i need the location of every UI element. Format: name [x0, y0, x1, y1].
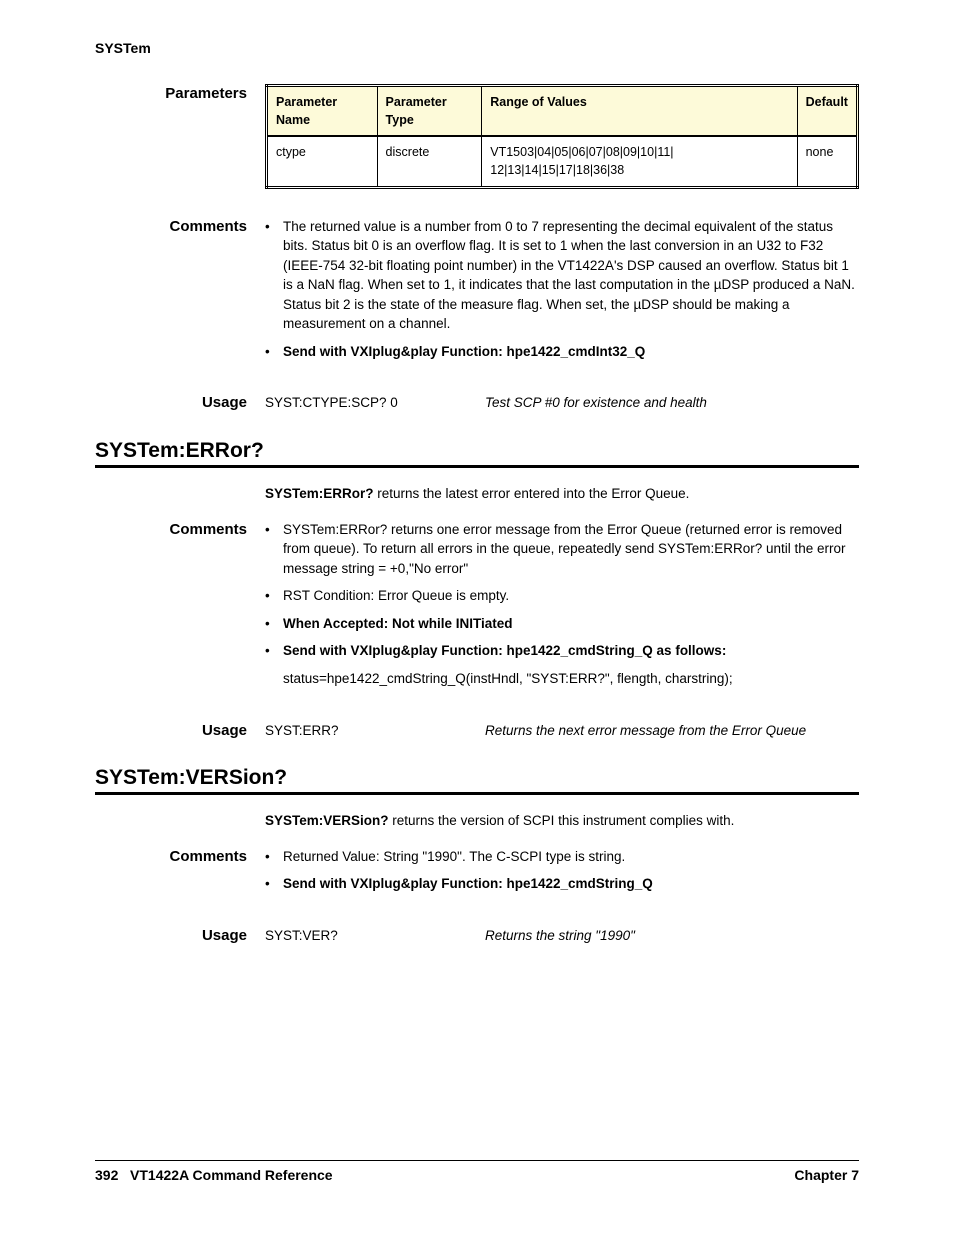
- error-intro: SYSTem:ERRor? returns the latest error e…: [95, 484, 859, 504]
- comments-label-2: Comments: [95, 520, 265, 697]
- bullet-icon: •: [265, 586, 283, 606]
- version-intro: SYSTem:VERSion? returns the version of S…: [95, 811, 859, 831]
- th-default: Default: [797, 86, 857, 137]
- bullet-text: RST Condition: Error Queue is empty.: [283, 586, 859, 606]
- usage-command: SYST:ERR?: [265, 721, 485, 741]
- parameters-section: Parameters Parameter Name Parameter Type…: [95, 84, 859, 207]
- list-item: • Send with VXIplug&play Function: hpe14…: [265, 641, 859, 661]
- bullet-text: Returned Value: String "1990". The C-SCP…: [283, 847, 859, 867]
- bullet-text: Send with VXIplug&play Function: hpe1422…: [283, 641, 859, 661]
- heading-system-error: SYSTem:ERRor?: [95, 439, 859, 463]
- list-item: • SYSTem:ERRor? returns one error messag…: [265, 520, 859, 579]
- comments-section-1: Comments • The returned value is a numbe…: [95, 217, 859, 370]
- usage-command: SYST:VER?: [265, 926, 485, 946]
- th-range: Range of Values: [482, 86, 797, 137]
- comments-section-3: Comments • Returned Value: String "1990"…: [95, 847, 859, 902]
- th-name: Parameter Name: [267, 86, 378, 137]
- cell-range: VT1503|04|05|06|07|08|09|10|11| 12|13|14…: [482, 136, 797, 187]
- list-item: status=hpe1422_cmdString_Q(instHndl, "SY…: [265, 669, 859, 689]
- page-number: 392: [95, 1167, 118, 1183]
- cell-type: discrete: [377, 136, 482, 187]
- parameters-table: Parameter Name Parameter Type Range of V…: [265, 84, 859, 189]
- th-type: Parameter Type: [377, 86, 482, 137]
- error-command-rest: returns the latest error entered into th…: [374, 486, 690, 501]
- footer-right: Chapter 7: [794, 1167, 859, 1183]
- list-item: • When Accepted: Not while INITiated: [265, 614, 859, 634]
- bullet-strong: Send with VXIplug&play Function: hpe1422…: [283, 643, 726, 658]
- bullet-strong: Send with VXIplug&play Function: hpe1422…: [283, 876, 653, 891]
- usage-section-3: Usage SYST:VER? Returns the string "1990…: [95, 926, 859, 946]
- usage-description: Test SCP #0 for existence and health: [485, 393, 707, 413]
- parameters-label: Parameters: [95, 84, 265, 207]
- heading-rule: [95, 792, 859, 795]
- table-row: ctype discrete VT1503|04|05|06|07|08|09|…: [267, 136, 858, 187]
- version-command-bold: SYSTem:VERSion?: [265, 813, 389, 828]
- list-item: • Send with VXIplug&play Function: hpe14…: [265, 874, 859, 894]
- bullet-icon: •: [265, 641, 283, 661]
- list-item: • Send with VXIplug&play Function: hpe14…: [265, 342, 859, 362]
- version-command-rest: returns the version of SCPI this instrum…: [389, 813, 735, 828]
- usage-description: Returns the next error message from the …: [485, 721, 806, 741]
- heading-rule: [95, 465, 859, 468]
- heading-system-version: SYSTem:VERSion?: [95, 766, 859, 790]
- list-item: • Returned Value: String "1990". The C-S…: [265, 847, 859, 867]
- bullet-strong: When Accepted: Not while INITiated: [283, 616, 513, 631]
- bullet-text: Send with VXIplug&play Function: hpe1422…: [283, 342, 859, 362]
- bullet-text: Send with VXIplug&play Function: hpe1422…: [283, 874, 859, 894]
- bullet-text: status=hpe1422_cmdString_Q(instHndl, "SY…: [283, 669, 859, 689]
- footer-left: VT1422A Command Reference: [130, 1167, 333, 1183]
- running-header: SYSTem: [95, 40, 859, 56]
- usage-label-2: Usage: [95, 721, 265, 741]
- bullet-icon: •: [265, 342, 283, 362]
- comments-section-2: Comments • SYSTem:ERRor? returns one err…: [95, 520, 859, 697]
- comments-label-1: Comments: [95, 217, 265, 370]
- cell-default: none: [797, 136, 857, 187]
- bullet-icon: •: [265, 217, 283, 334]
- bullet-icon: •: [265, 520, 283, 579]
- bullet-text: The returned value is a number from 0 to…: [283, 217, 859, 334]
- bullet-text: When Accepted: Not while INITiated: [283, 614, 859, 634]
- error-command-bold: SYSTem:ERRor?: [265, 486, 374, 501]
- bullet-icon: •: [265, 614, 283, 634]
- bullet-icon: •: [265, 847, 283, 867]
- bullet-strong: Send with VXIplug&play Function: hpe1422…: [283, 344, 645, 359]
- bullet-icon: •: [265, 874, 283, 894]
- usage-section-1: Usage SYST:CTYPE:SCP? 0 Test SCP #0 for …: [95, 393, 859, 413]
- bullet-text: SYSTem:ERRor? returns one error message …: [283, 520, 859, 579]
- comments-label-3: Comments: [95, 847, 265, 902]
- list-item: • RST Condition: Error Queue is empty.: [265, 586, 859, 606]
- usage-section-2: Usage SYST:ERR? Returns the next error m…: [95, 721, 859, 741]
- list-item: • The returned value is a number from 0 …: [265, 217, 859, 334]
- usage-description: Returns the string "1990": [485, 926, 635, 946]
- page-footer: 392 VT1422A Command Reference Chapter 7: [95, 1160, 859, 1183]
- usage-label-1: Usage: [95, 393, 265, 413]
- usage-command: SYST:CTYPE:SCP? 0: [265, 393, 485, 413]
- cell-name: ctype: [267, 136, 378, 187]
- usage-label-3: Usage: [95, 926, 265, 946]
- footer-rule: [95, 1160, 859, 1161]
